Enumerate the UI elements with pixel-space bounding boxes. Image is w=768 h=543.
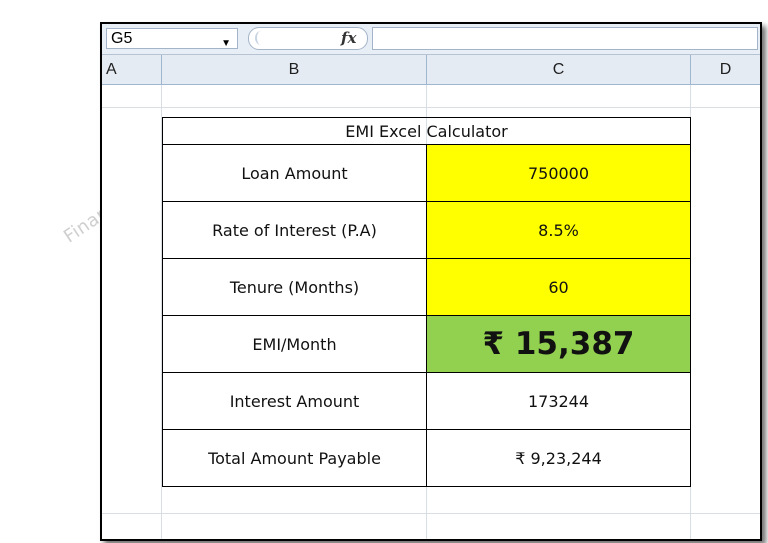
emi-calculator-table: EMI Excel Calculator Loan Amount 750000 …: [162, 117, 691, 487]
emi-label[interactable]: EMI/Month: [162, 315, 427, 373]
emi-value[interactable]: ₹ 15,387: [426, 315, 691, 373]
column-header-row: A B C D: [102, 55, 760, 85]
insert-function-icon[interactable]: fx: [341, 29, 356, 47]
gridline: [102, 107, 760, 108]
spreadsheet-window: G5 ▼ fx A B C D EMI Excel Calculator Loa…: [100, 22, 762, 541]
name-box-dropdown-icon[interactable]: ▼: [221, 34, 231, 53]
tenure-value[interactable]: 60: [426, 258, 691, 316]
table-row: Tenure (Months) 60: [162, 258, 691, 316]
table-row: Total Amount Payable ₹ 9,23,244: [162, 429, 691, 487]
formula-bar: G5 ▼ fx: [102, 24, 760, 55]
total-payable-label[interactable]: Total Amount Payable: [162, 429, 427, 487]
interest-amount-value[interactable]: 173244: [426, 372, 691, 430]
formula-cancel-icon[interactable]: [255, 31, 267, 45]
table-row: EMI/Month ₹ 15,387: [162, 315, 691, 373]
table-row: Rate of Interest (P.A) 8.5%: [162, 201, 691, 259]
column-header-d[interactable]: D: [691, 55, 760, 84]
interest-amount-label[interactable]: Interest Amount: [162, 372, 427, 430]
formula-input[interactable]: [372, 27, 758, 50]
loan-amount-value[interactable]: 750000: [426, 144, 691, 202]
cell-grid[interactable]: EMI Excel Calculator Loan Amount 750000 …: [102, 85, 760, 539]
table-row: Interest Amount 173244: [162, 372, 691, 430]
column-header-a[interactable]: A: [102, 55, 162, 84]
column-header-c[interactable]: C: [427, 55, 691, 84]
name-box[interactable]: G5 ▼: [106, 28, 238, 49]
gridline: [102, 513, 760, 514]
total-payable-value[interactable]: ₹ 9,23,244: [426, 429, 691, 487]
interest-rate-value[interactable]: 8.5%: [426, 201, 691, 259]
tenure-label[interactable]: Tenure (Months): [162, 258, 427, 316]
table-row: Loan Amount 750000: [162, 144, 691, 202]
loan-amount-label[interactable]: Loan Amount: [162, 144, 427, 202]
table-title[interactable]: EMI Excel Calculator: [162, 117, 691, 145]
name-box-value: G5: [111, 30, 133, 47]
interest-rate-label[interactable]: Rate of Interest (P.A): [162, 201, 427, 259]
column-header-b[interactable]: B: [162, 55, 427, 84]
formula-buttons: fx: [248, 27, 368, 50]
